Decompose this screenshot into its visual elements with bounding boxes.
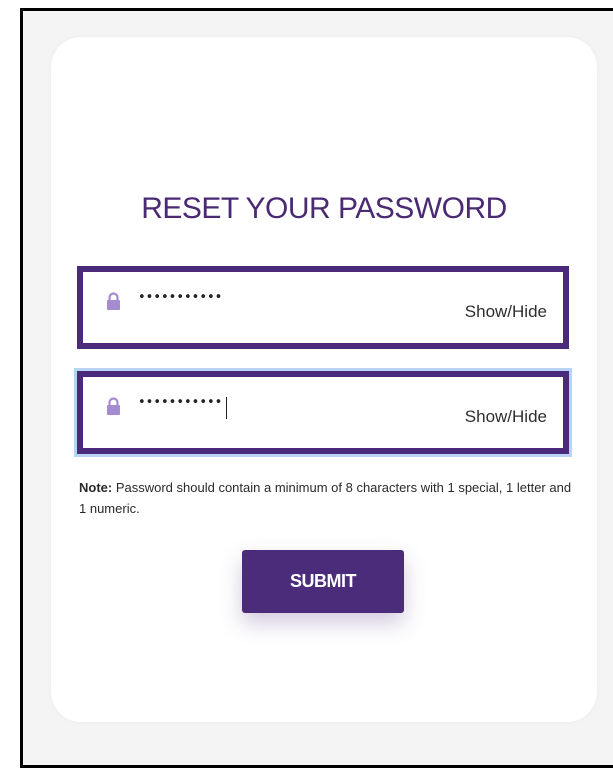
confirm-password-input[interactable] — [138, 395, 338, 410]
lock-icon — [107, 292, 120, 310]
text-caret — [226, 397, 227, 419]
show-hide-toggle[interactable]: Show/Hide — [465, 407, 547, 427]
note-text: Password should contain a minimum of 8 c… — [79, 480, 572, 516]
password-field[interactable]: Show/Hide — [77, 266, 569, 349]
note-label: Note: — [79, 480, 113, 495]
lock-icon — [107, 397, 120, 415]
password-input[interactable] — [138, 290, 338, 305]
confirm-password-field[interactable]: Show/Hide — [74, 368, 572, 457]
password-requirements-note: Note: Password should contain a minimum … — [79, 477, 579, 519]
page-title: RESET YOUR PASSWORD — [141, 192, 507, 225]
show-hide-toggle[interactable]: Show/Hide — [465, 302, 547, 322]
submit-button[interactable]: SUBMIT — [242, 550, 404, 613]
